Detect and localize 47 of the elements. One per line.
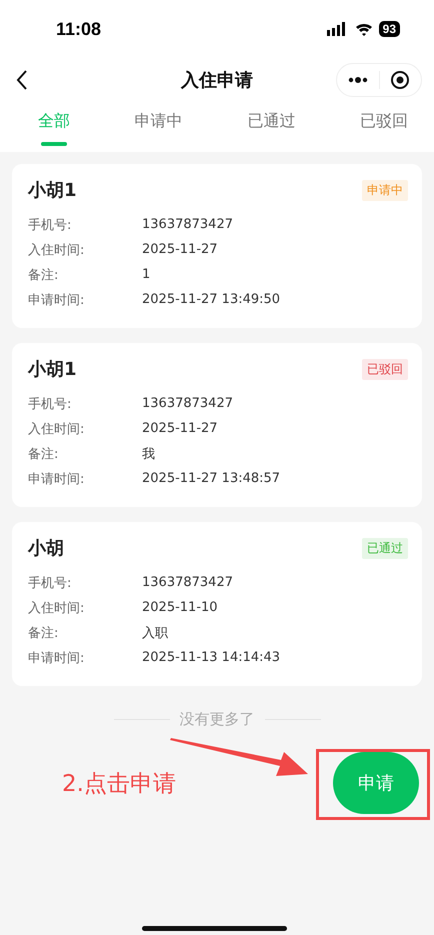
field-label: 申请时间: (28, 470, 86, 488)
field-label: 申请时间: (28, 292, 86, 308)
field-value: 1 (142, 267, 150, 282)
status-time: 11:08 (56, 18, 102, 40)
filter-tab[interactable]: 申请中 (122, 102, 195, 152)
field-label: 手机号: (28, 396, 72, 412)
field-value: 2025-11-13 14:14:43 (142, 650, 280, 665)
field-label: 申请时间: (28, 650, 86, 666)
field-value: 我 (142, 446, 155, 462)
field-label: 备注: (28, 266, 60, 284)
field-value: 2025-11-27 13:48:57 (142, 471, 280, 486)
page-title: 入住申请 (181, 69, 253, 92)
field-value: 2025-11-27 13:49:50 (142, 292, 280, 307)
filter-tab[interactable]: 已通过 (235, 102, 308, 152)
annotation-text: 2.点击申请 (62, 770, 176, 799)
field-label: 备注: (28, 624, 60, 642)
status-tag: 已驳回 (362, 358, 408, 380)
field-value: 2025-11-27 (142, 421, 218, 436)
filter-tab[interactable]: 全部 (26, 102, 82, 152)
application-card[interactable]: 小胡1 申请中 手机号: 13637873427 入住时间: 2025-11-27 备注: 1 申请时间: 2025-11-27 13:49:50 (12, 164, 422, 328)
field-label: 手机号: (28, 574, 72, 592)
status-tag: 已通过 (362, 538, 408, 558)
field-value: 2025-11-10 (142, 600, 218, 615)
apply-button[interactable]: 申请 (333, 752, 419, 814)
field-label: 入住时间: (28, 420, 86, 438)
application-card[interactable]: 小胡 已通过 手机号: 13637873427 入住时间: 2025-11-10 备注: 入职 申请时间: 2025-11-13 14:14:43 (12, 522, 422, 686)
applicant-name: 小胡1 (28, 179, 77, 202)
field-value: 2025-11-27 (142, 242, 218, 257)
filter-tab[interactable]: 已驳回 (348, 102, 420, 152)
field-value: 13637873427 (142, 575, 233, 590)
applicant-name: 小胡 (28, 537, 64, 560)
field-value: 入职 (142, 624, 168, 642)
close-icon (390, 70, 410, 90)
end-of-list-text: 没有更多了 (180, 710, 254, 729)
more-icon (348, 77, 368, 83)
field-value: 13637873427 (142, 396, 233, 411)
battery-level: 93 (378, 21, 400, 37)
field-label: 备注: (28, 446, 60, 462)
field-label: 手机号: (28, 216, 72, 234)
application-card[interactable]: 小胡1 已驳回 手机号: 13637873427 入住时间: 2025-11-27 备注: 我 申请时间: 2025-11-27 13:48:57 (12, 343, 422, 507)
status-tag: 申请中 (362, 180, 408, 200)
applicant-name: 小胡1 (28, 358, 77, 381)
field-label: 入住时间: (28, 242, 86, 258)
wifi-icon (354, 22, 373, 36)
field-label: 入住时间: (28, 600, 86, 616)
back-icon[interactable] (16, 70, 28, 90)
field-value: 13637873427 (142, 217, 233, 232)
